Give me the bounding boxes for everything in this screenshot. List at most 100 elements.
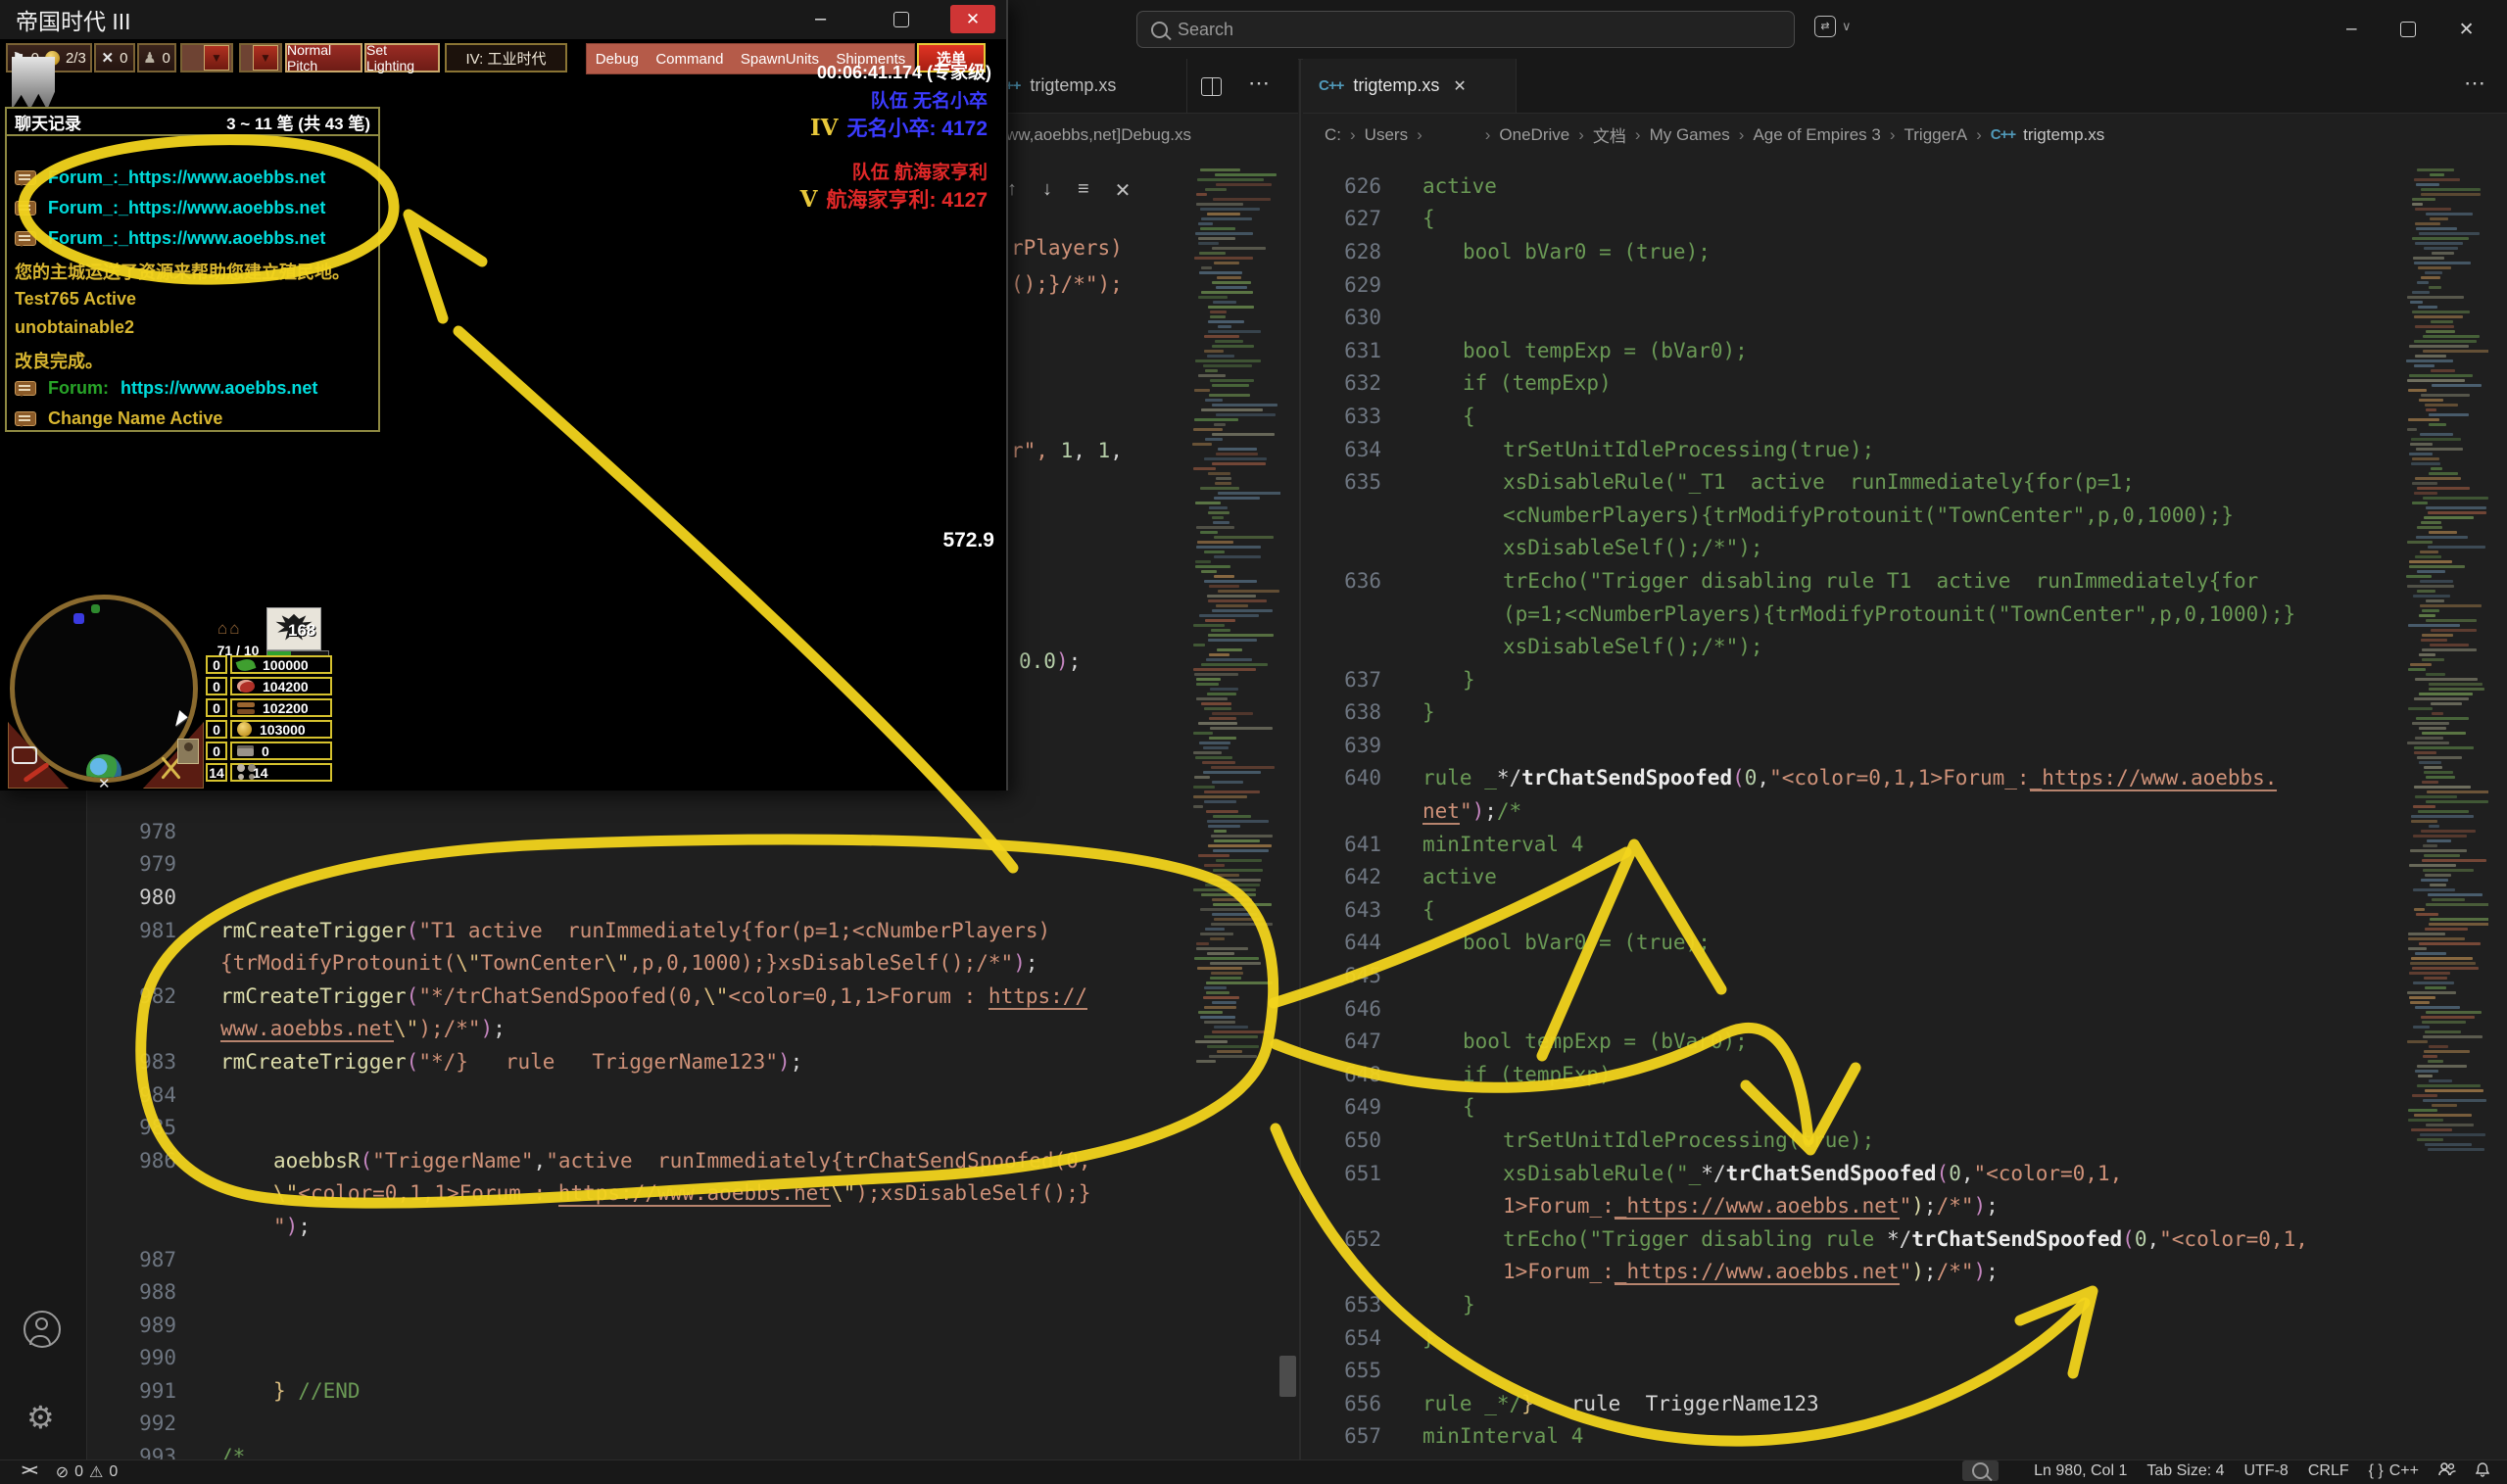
left-minimap[interactable] (1188, 167, 1280, 1458)
code-row: net");/* (1303, 794, 2402, 828)
right-breadcrumb[interactable]: C:›Users››OneDrive›文档›My Games›Age of Em… (1325, 113, 2490, 157)
cpp-file-icon: C++ (1991, 126, 2015, 143)
pawn-icon: ♟ (143, 49, 156, 67)
breadcrumb-separator-icon: › (1485, 125, 1491, 145)
screen: Search ⇄ ∨ – ✕ ⚙ C++ trigtemp.xs ⋯ ww,ao… (0, 0, 2507, 1484)
tab-close-icon[interactable]: ✕ (1453, 76, 1466, 96)
dropdown-icon[interactable]: ▼ (204, 45, 229, 71)
age-indicator: IV: 工业时代 (445, 43, 567, 72)
breadcrumb-item[interactable]: TriggerA (1904, 125, 1968, 145)
code-row: 978 (86, 815, 1188, 848)
game-close-button[interactable]: ✕ (950, 5, 995, 33)
chat-bubble-icon[interactable] (12, 746, 37, 764)
problems-indicator[interactable]: ⊘0 ⚠0 (46, 1460, 128, 1484)
code-row: 634trSetUnitIdleProcessing(true); (1303, 433, 2402, 466)
breadcrumb-item[interactable]: Users (1365, 125, 1408, 145)
houses-icon: ⌂⌂ (217, 619, 242, 639)
chat-message: unobtainable2 (15, 317, 134, 338)
language-mode[interactable]: { }C++ (2359, 1460, 2429, 1482)
search-placeholder: Search (1178, 20, 1233, 40)
find-widget: ↑ ↓ ≡ ✕ (1007, 178, 1131, 203)
game-maximize-button[interactable] (893, 12, 909, 27)
code-row: 656rule _*/} rule TriggerName123 (1303, 1387, 2402, 1420)
find-in-selection-icon[interactable]: ≡ (1078, 178, 1089, 203)
minimap-blue-dot (73, 613, 84, 624)
tab-size[interactable]: Tab Size: 4 (2137, 1460, 2234, 1482)
code-row: 991} //END (86, 1374, 1188, 1408)
code-row: 633{ (1303, 400, 2402, 433)
code-row: 983rmCreateTrigger("*/} rule TriggerName… (86, 1045, 1188, 1078)
debug-menu-item[interactable]: Debug (596, 51, 639, 68)
chat-bubble-icon (15, 411, 36, 426)
search-icon (1151, 22, 1168, 38)
breadcrumb-separator-icon: › (1739, 125, 1745, 145)
hero-portrait[interactable] (177, 739, 199, 764)
split-editor-icon[interactable] (1201, 77, 1222, 96)
code-row: 626active (1303, 169, 2402, 203)
remote-indicator[interactable]: >< (12, 1460, 46, 1482)
copilot-icon[interactable]: ⇄ ∨ (1814, 16, 1852, 37)
cursor-position[interactable]: Ln 980, Col 1 (2024, 1460, 2137, 1482)
crate-icon (237, 745, 254, 756)
search-input[interactable]: Search (1136, 11, 1795, 48)
meat-icon (237, 680, 255, 693)
left-scrollbar[interactable] (1279, 1356, 1296, 1397)
chevron-down-icon: ∨ (1842, 19, 1852, 34)
eol[interactable]: CRLF (2298, 1460, 2359, 1482)
stat-units: ♟ 0 (137, 43, 176, 72)
tab-trigtemp-right[interactable]: C++ trigtemp.xs ✕ (1303, 59, 1517, 113)
find-next-icon[interactable]: ↓ (1042, 178, 1052, 203)
breadcrumb-item[interactable]: Age of Empires 3 (1753, 125, 1880, 145)
toolbar-dropdown-2[interactable]: ▼ (239, 43, 282, 72)
breadcrumb-file[interactable]: trigtemp.xs (2023, 125, 2104, 145)
resource-row: 0102200 (206, 698, 332, 717)
find-prev-icon[interactable]: ↑ (1007, 178, 1017, 203)
code-row: <cNumberPlayers){trModifyProtounit("Town… (1303, 499, 2402, 532)
close-button[interactable]: ✕ (2459, 19, 2475, 41)
breadcrumb-item[interactable]: My Games (1650, 125, 1730, 145)
breadcrumb-item[interactable]: OneDrive (1499, 125, 1569, 145)
toolbar-dropdown-1[interactable]: ▼ (180, 43, 233, 72)
team-score: IV无名小卒: 4172 (686, 113, 988, 142)
small-close-icon[interactable]: ✕ (98, 775, 111, 792)
code-row: \"<color=0,1,1>Forum : https://www.aoebb… (86, 1177, 1188, 1211)
chat-bubble-icon (15, 201, 36, 215)
bell-icon[interactable] (2466, 1460, 2499, 1479)
breadcrumb-item[interactable]: C: (1325, 125, 1341, 145)
warning-icon: ⚠ (89, 1462, 103, 1482)
more-actions-icon[interactable]: ⋯ (2464, 71, 2485, 96)
chat-bubble-icon (15, 231, 36, 246)
set-lighting-button[interactable]: Set Lighting (364, 43, 440, 72)
error-icon: ⊘ (56, 1462, 69, 1482)
code-fragment: ();}/*"); (1011, 272, 1123, 296)
left-editor[interactable]: 978979980981rmCreateTrigger("T1 active r… (86, 815, 1188, 1473)
breadcrumb-item[interactable]: 文档 (1593, 122, 1626, 147)
game-window: 帝国时代 III – ✕ ⚑ 0 2/3 ✕ 0 ♟ 0 ▼ ▼ Normal … (0, 0, 1008, 790)
encoding[interactable]: UTF-8 (2235, 1460, 2298, 1482)
breadcrumb-separator-icon: › (1350, 125, 1356, 145)
editor-splitter[interactable] (1299, 59, 1301, 1460)
zoom-indicator[interactable] (1962, 1460, 1999, 1481)
code-row: 655 (1303, 1354, 2402, 1387)
tab-trigtemp-left[interactable]: C++ trigtemp.xs (980, 59, 1187, 113)
dropdown-icon[interactable]: ▼ (253, 45, 278, 71)
find-close-icon[interactable]: ✕ (1115, 178, 1132, 203)
accounts-icon[interactable] (24, 1311, 61, 1348)
more-actions-icon[interactable]: ⋯ (1248, 71, 1270, 96)
code-row: 648if (tempExp) (1303, 1058, 2402, 1091)
maximize-button[interactable] (2400, 22, 2416, 37)
code-row: 649{ (1303, 1091, 2402, 1125)
right-editor[interactable]: 626active627{628bool bVar0 = (true);6296… (1303, 169, 2402, 1453)
game-minimize-button[interactable]: – (815, 8, 826, 30)
resource-row: 0103000 (206, 720, 332, 739)
right-minimap[interactable] (2402, 167, 2488, 1458)
minimize-button[interactable]: – (2346, 19, 2357, 40)
code-row: 636trEcho("Trigger disabling rule T1 act… (1303, 564, 2402, 598)
settings-gear-icon[interactable]: ⚙ (26, 1399, 55, 1436)
normal-pitch-button[interactable]: Normal Pitch (285, 43, 362, 72)
code-row: 641minInterval 4 (1303, 828, 2402, 861)
accounts-status-icon[interactable] (2429, 1460, 2466, 1478)
code-row: 985 (86, 1111, 1188, 1144)
float-number: 572.9 (901, 529, 994, 552)
swords-icon: ✕ (102, 49, 115, 67)
